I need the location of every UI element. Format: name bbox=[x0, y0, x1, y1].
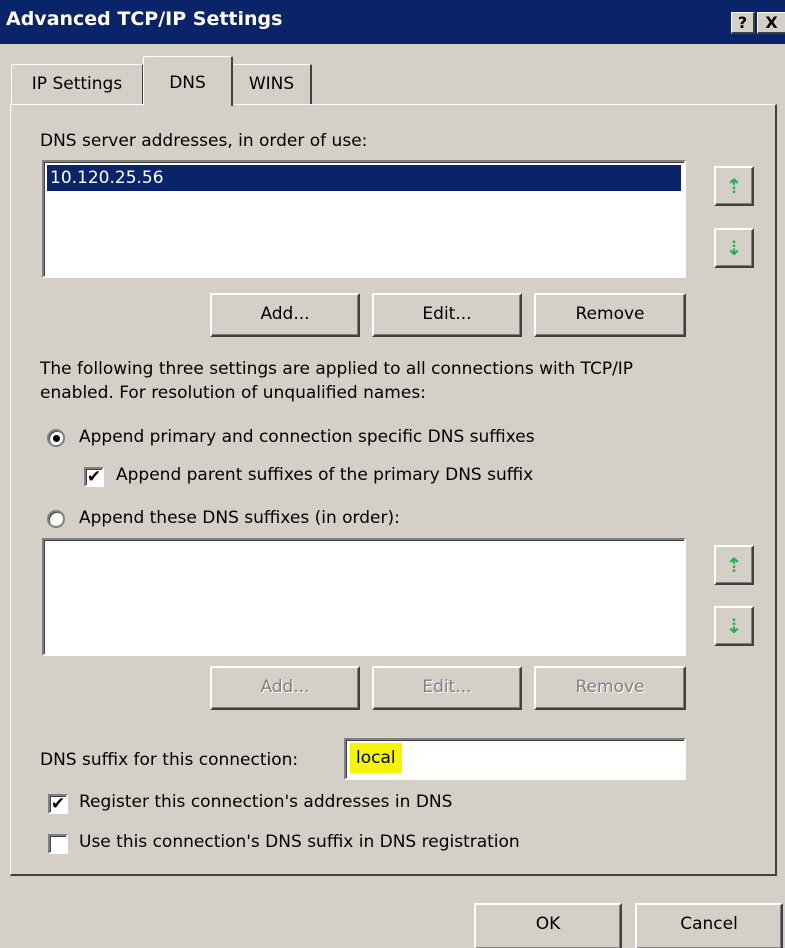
checkbox-append-parent-label[interactable]: Append parent suffixes of the primary DN… bbox=[116, 465, 533, 485]
help-button[interactable]: ? bbox=[731, 12, 755, 34]
radio-append-these-label[interactable]: Append these DNS suffixes (in order): bbox=[79, 508, 400, 528]
edit-suffix-button[interactable]: Edit... bbox=[372, 666, 522, 710]
green-down-arrow-icon: ⇣ bbox=[725, 614, 743, 638]
dns-suffix-list[interactable] bbox=[42, 538, 686, 656]
checkbox-append-parent[interactable]: ✔ bbox=[84, 467, 104, 487]
checkbox-use-suffix-label[interactable]: Use this connection's DNS suffix in DNS … bbox=[79, 832, 520, 852]
info-text-line-2: enabled. For resolution of unqualified n… bbox=[40, 383, 426, 403]
close-button[interactable]: X bbox=[757, 12, 785, 34]
remove-suffix-button[interactable]: Remove bbox=[534, 666, 686, 710]
tab-wins[interactable]: WINS bbox=[232, 64, 312, 104]
move-up-button[interactable]: ⇡ bbox=[714, 166, 754, 206]
add-dns-server-button[interactable]: Add... bbox=[210, 293, 360, 337]
info-text-line-1: The following three settings are applied… bbox=[40, 359, 634, 379]
connection-suffix-label: DNS suffix for this connection: bbox=[40, 750, 299, 770]
connection-suffix-value[interactable]: local bbox=[350, 743, 402, 773]
move-down-button[interactable]: ⇣ bbox=[714, 228, 754, 268]
list-item[interactable]: 10.120.25.56 bbox=[47, 165, 681, 191]
window-title: Advanced TCP/IP Settings bbox=[6, 8, 283, 30]
radio-append-primary[interactable] bbox=[47, 429, 65, 447]
checkbox-use-suffix[interactable] bbox=[48, 834, 68, 854]
radio-append-these[interactable] bbox=[47, 510, 65, 528]
add-suffix-button[interactable]: Add... bbox=[210, 666, 360, 710]
suffix-move-up-button[interactable]: ⇡ bbox=[714, 545, 754, 585]
checkbox-register-addresses-label[interactable]: Register this connection's addresses in … bbox=[79, 792, 452, 812]
tab-dns[interactable]: DNS bbox=[143, 56, 233, 106]
green-up-arrow-icon: ⇡ bbox=[725, 174, 743, 198]
dns-servers-label: DNS server addresses, in order of use: bbox=[40, 131, 368, 151]
radio-append-primary-label[interactable]: Append primary and connection specific D… bbox=[79, 427, 535, 447]
suffix-move-down-button[interactable]: ⇣ bbox=[714, 606, 754, 646]
radio-selected-dot bbox=[53, 435, 60, 442]
remove-dns-server-button[interactable]: Remove bbox=[534, 293, 686, 337]
green-up-arrow-icon: ⇡ bbox=[725, 553, 743, 577]
cancel-button[interactable]: Cancel bbox=[635, 903, 783, 948]
checkbox-register-addresses[interactable]: ✔ bbox=[48, 794, 68, 814]
dns-server-list[interactable]: 10.120.25.56 bbox=[42, 160, 686, 278]
green-down-arrow-icon: ⇣ bbox=[725, 236, 743, 260]
ok-button[interactable]: OK bbox=[474, 903, 622, 948]
edit-dns-server-button[interactable]: Edit... bbox=[372, 293, 522, 337]
connection-suffix-input[interactable]: local bbox=[344, 738, 686, 780]
title-bar[interactable]: Advanced TCP/IP Settings ? X bbox=[0, 0, 785, 44]
tab-ip-settings[interactable]: IP Settings bbox=[11, 64, 144, 104]
